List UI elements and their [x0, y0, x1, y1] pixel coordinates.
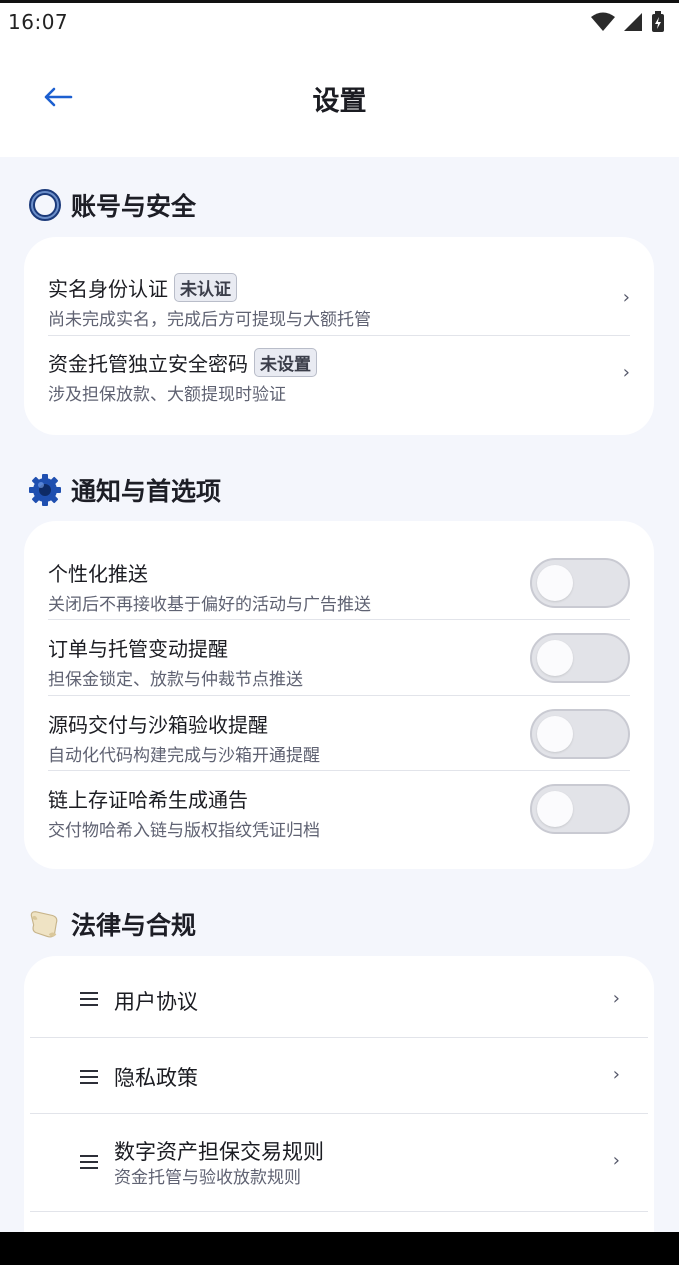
section-title-legal: 法律与合规 [28, 906, 196, 942]
chevron-right-icon: › [612, 988, 620, 1009]
menu-lines-icon [80, 992, 98, 1010]
section-title-label: 账号与安全 [71, 192, 197, 221]
menu-lines-icon [80, 1070, 98, 1088]
settings-row-order-escrow-alert: 订单与托管变动提醒 担保金锁定、放款与仲裁节点推送 [48, 633, 630, 690]
toggle-knob [537, 640, 573, 676]
settings-row-sandbox-alert: 源码交付与沙箱验收提醒 自动化代码构建完成与沙箱开通提醒 [48, 709, 630, 766]
toggle-knob [537, 716, 573, 752]
sandbox-alert-toggle[interactable] [530, 709, 630, 759]
gear-icon [28, 473, 62, 507]
divider [30, 1211, 648, 1212]
legal-row-privacy-policy[interactable]: 隐私政策 › [54, 1038, 624, 1114]
page-title: 设置 [312, 86, 367, 117]
toggle-knob [537, 565, 573, 601]
divider [48, 770, 630, 771]
status-badge: 未认证 [174, 273, 237, 302]
wifi-icon [591, 12, 615, 31]
legal-row-user-agreement[interactable]: 用户协议 › [54, 956, 624, 1037]
legal-row-escrow-rules[interactable]: 数字资产担保交易规则 资金托管与验收放款规则 › [54, 1114, 624, 1211]
section-title-label: 法律与合规 [71, 911, 197, 940]
menu-lines-icon [80, 1155, 98, 1173]
section-title-account: 账号与安全 [28, 187, 196, 223]
notifications-card: 个性化推送 关闭后不再接收基于偏好的活动与广告推送 订单与托管变动提醒 担保金锁… [24, 521, 654, 869]
legal-card: 用户协议 › 隐私政策 › 数字资产担保交易规则 资金托管与验收放款规则 › [24, 956, 654, 1246]
chevron-right-icon: › [622, 362, 630, 383]
account-card: 实名身份认证 未认证 尚未完成实名，完成后方可提现与大额托管 › 资金托管独立安… [24, 237, 654, 435]
signal-icon [624, 13, 642, 31]
divider [48, 619, 630, 620]
toggle-knob [537, 791, 573, 827]
settings-row-personalized-push: 个性化推送 关闭后不再接收基于偏好的活动与广告推送 [48, 558, 630, 615]
app-header: 设置 [0, 41, 679, 157]
divider [48, 695, 630, 696]
divider [48, 335, 630, 336]
section-title-label: 通知与首选项 [71, 477, 222, 506]
row-title: 资金托管独立安全密码 未设置 [48, 348, 630, 377]
legal-row-title: 数字资产担保交易规则 [114, 1140, 324, 1164]
ring-icon [28, 188, 62, 222]
row-title-text: 资金托管独立安全密码 [48, 352, 248, 376]
settings-row-real-name[interactable]: 实名身份认证 未认证 尚未完成实名，完成后方可提现与大额托管 › [48, 273, 630, 330]
status-badge: 未设置 [254, 348, 317, 377]
chevron-right-icon: › [612, 1064, 620, 1085]
row-subtitle: 尚未完成实名，完成后方可提现与大额托管 [48, 310, 371, 330]
legal-row-subtitle: 资金托管与验收放款规则 [114, 1168, 301, 1188]
settings-row-escrow-password[interactable]: 资金托管独立安全密码 未设置 涉及担保放款、大额提现时验证 › [48, 348, 630, 405]
chevron-right-icon: › [612, 1150, 620, 1171]
status-bar: 16:07 [0, 3, 679, 41]
navigation-bar [0, 1232, 679, 1265]
row-subtitle: 涉及担保放款、大额提现时验证 [48, 385, 286, 405]
battery-icon [652, 11, 664, 32]
status-icons [591, 11, 665, 33]
legal-row-title: 隐私政策 [114, 1066, 198, 1090]
chevron-right-icon: › [622, 287, 630, 308]
section-title-notifications: 通知与首选项 [28, 472, 221, 508]
row-title: 实名身份认证 未认证 [48, 273, 630, 302]
scroll-icon [28, 907, 62, 941]
order-escrow-alert-toggle[interactable] [530, 633, 630, 683]
row-title-text: 实名身份认证 [48, 277, 168, 301]
personalized-push-toggle[interactable] [530, 558, 630, 608]
settings-row-chain-hash-notice: 链上存证哈希生成通告 交付物哈希入链与版权指纹凭证归档 [48, 784, 630, 841]
chain-hash-notice-toggle[interactable] [530, 784, 630, 834]
status-time: 16:07 [8, 10, 69, 34]
legal-row-title: 用户协议 [114, 990, 198, 1014]
